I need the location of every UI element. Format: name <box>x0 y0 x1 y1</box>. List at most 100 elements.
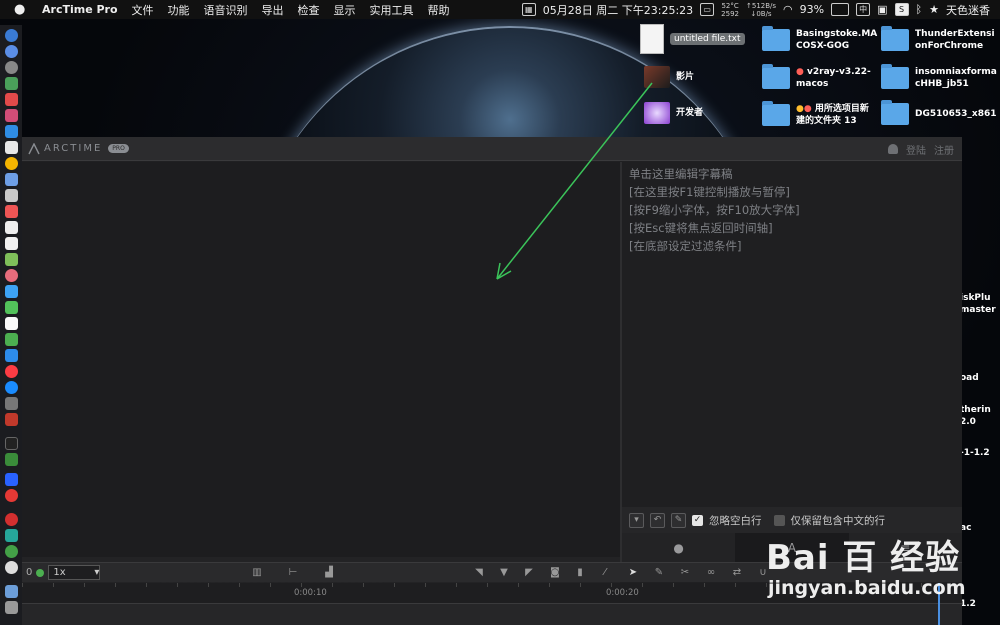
subtitle-track[interactable] <box>22 603 962 625</box>
messages-icon[interactable] <box>5 285 18 298</box>
wifi-icon[interactable]: ◠ <box>783 3 793 16</box>
safari-icon[interactable] <box>5 125 18 138</box>
numbers-icon[interactable] <box>5 333 18 346</box>
menu-help[interactable]: 帮助 <box>428 2 450 18</box>
tab-dialogue[interactable]: ● <box>622 533 735 562</box>
speech-bubble-icon: ● <box>673 540 684 555</box>
ignore-blank-checkbox[interactable]: ✓ <box>692 514 703 526</box>
bluetooth-icon[interactable]: ᛒ <box>916 3 923 16</box>
chart-tool-icon[interactable]: ▟ <box>322 566 336 580</box>
system-preferences-icon[interactable] <box>5 397 18 410</box>
notes-icon[interactable] <box>5 221 18 234</box>
temperature-readout[interactable]: 52°C 2592 <box>721 2 739 18</box>
contacts-icon[interactable] <box>5 189 18 202</box>
app-teal-icon[interactable] <box>5 529 18 542</box>
app-store-icon[interactable] <box>5 381 18 394</box>
maps-icon[interactable] <box>5 253 18 266</box>
terminal-icon[interactable] <box>5 437 18 450</box>
menu-function[interactable]: 功能 <box>168 2 190 18</box>
playback-speed-select[interactable]: 1x ▾ <box>48 565 101 580</box>
app-red-circle-icon[interactable] <box>5 513 18 526</box>
menu-speech-recognition[interactable]: 语音识别 <box>204 2 248 18</box>
desktop-folder[interactable]: ThunderExtensi onForChrome <box>881 26 995 52</box>
menu-export[interactable]: 导出 <box>262 2 284 18</box>
arctime-logo-icon <box>28 142 40 154</box>
app-red-icon[interactable] <box>5 93 18 106</box>
desktop-item-developer[interactable]: 开发者 <box>644 102 703 124</box>
music-icon[interactable] <box>5 365 18 378</box>
screen-icon[interactable]: ▭ <box>700 3 715 16</box>
mark-right-icon[interactable]: ◤ <box>522 566 536 580</box>
login-link[interactable]: 登陆 <box>906 142 926 157</box>
desktop-item-movies[interactable]: 影片 <box>644 66 694 88</box>
edit-icon[interactable]: ✎ <box>652 566 666 580</box>
link-icon[interactable]: ∞ <box>704 566 718 580</box>
folder-icon <box>881 26 909 51</box>
window-titlebar[interactable]: ARCTIME PRO 登陆 注册 <box>22 137 962 161</box>
desktop-file-item[interactable]: untitled file.txt <box>640 24 745 54</box>
photos-icon[interactable] <box>5 269 18 282</box>
menu-check[interactable]: 检查 <box>298 2 320 18</box>
yandex-icon[interactable] <box>5 489 18 502</box>
reminders-icon[interactable] <box>5 237 18 250</box>
video-preview[interactable]: ◉ <box>22 162 620 587</box>
desktop-folder[interactable]: Basingstoke.MA COSX-GOG <box>762 26 877 52</box>
user-name[interactable]: 天色迷香 <box>946 2 990 18</box>
align-tool-icon[interactable]: ⊢ <box>286 566 300 580</box>
desktop-folder[interactable]: DG510653_x861 <box>881 100 997 125</box>
script-line: 单击这里编辑字幕稿 <box>629 167 733 181</box>
keynote-icon[interactable] <box>5 349 18 362</box>
chinese-only-checkbox[interactable]: ✓ <box>773 514 785 526</box>
wechat-icon[interactable] <box>5 545 18 558</box>
magic-wand-icon[interactable]: ⁄ <box>598 566 612 580</box>
trash-icon[interactable] <box>5 601 18 614</box>
desktop-folder[interactable]: insomniaxforma cHHB_jb51 <box>881 64 997 90</box>
launchpad-icon[interactable] <box>5 61 18 74</box>
finder-icon[interactable] <box>5 29 18 42</box>
s-app-icon[interactable]: S <box>894 3 909 16</box>
app-menu[interactable]: ArcTime Pro <box>42 3 118 16</box>
mail-icon[interactable] <box>5 141 18 154</box>
app-pink-icon[interactable] <box>5 109 18 122</box>
menu-tools[interactable]: 实用工具 <box>370 2 414 18</box>
mark-left-icon[interactable]: ◥ <box>472 566 486 580</box>
scissors-icon[interactable]: ✂ <box>678 566 692 580</box>
facetime-icon[interactable] <box>5 301 18 314</box>
desktop-folder[interactable]: ●● 用所选项目新 建的文件夹 13 <box>762 101 869 127</box>
mark-down-icon[interactable]: ▼ <box>497 566 511 580</box>
script-line: [在这里按F1键控制播放与暂停] <box>629 185 790 199</box>
pages-icon[interactable] <box>5 317 18 330</box>
apple-icon[interactable]: ● <box>14 2 28 17</box>
camera-icon[interactable]: ◙ <box>548 566 562 580</box>
desktop-folder[interactable]: ● v2ray-v3.22- macos <box>762 64 871 90</box>
select-cursor-icon[interactable]: ➤ <box>626 566 640 580</box>
pencil-icon[interactable]: ✎ <box>671 512 686 528</box>
battery-percent[interactable]: 93% <box>800 3 824 16</box>
split-tool-icon[interactable]: ▥ <box>250 566 264 580</box>
script-editor[interactable]: 单击这里编辑字幕稿 [在这里按F1键控制播放与暂停] [按F9缩小字体，按F10… <box>622 162 962 507</box>
preview-icon[interactable] <box>5 173 18 186</box>
vpn-icon[interactable] <box>5 473 18 486</box>
display-icon[interactable]: ▣ <box>877 3 887 16</box>
siri-icon[interactable] <box>5 45 18 58</box>
datetime[interactable]: 05月28日 周二 下午23:25:23 <box>543 2 693 18</box>
star-icon[interactable]: ★ <box>929 3 939 16</box>
android-icon[interactable] <box>5 77 18 90</box>
menu-view[interactable]: 显示 <box>334 2 356 18</box>
activity-monitor-icon[interactable] <box>5 453 18 466</box>
register-link[interactable]: 注册 <box>934 142 954 157</box>
calendar-app-icon[interactable] <box>5 205 18 218</box>
app-circle-icon[interactable] <box>5 561 18 574</box>
chrome-icon[interactable] <box>5 157 18 170</box>
input-method-icon[interactable]: 中 <box>856 3 871 16</box>
collapse-icon[interactable]: ▾ <box>629 512 644 528</box>
battery-icon[interactable] <box>831 3 850 16</box>
vivaldi-icon[interactable] <box>5 413 18 426</box>
downloads-folder-icon[interactable] <box>5 585 18 598</box>
undo-icon[interactable]: ↶ <box>650 512 665 528</box>
menu-file[interactable]: 文件 <box>132 2 154 18</box>
calendar-icon[interactable]: ▦ <box>521 3 536 16</box>
bookmark-icon[interactable]: ▮ <box>573 566 587 580</box>
network-speed-readout[interactable]: ↑512B/s ↓0B/s <box>746 2 776 18</box>
swap-icon[interactable]: ⇄ <box>730 566 744 580</box>
